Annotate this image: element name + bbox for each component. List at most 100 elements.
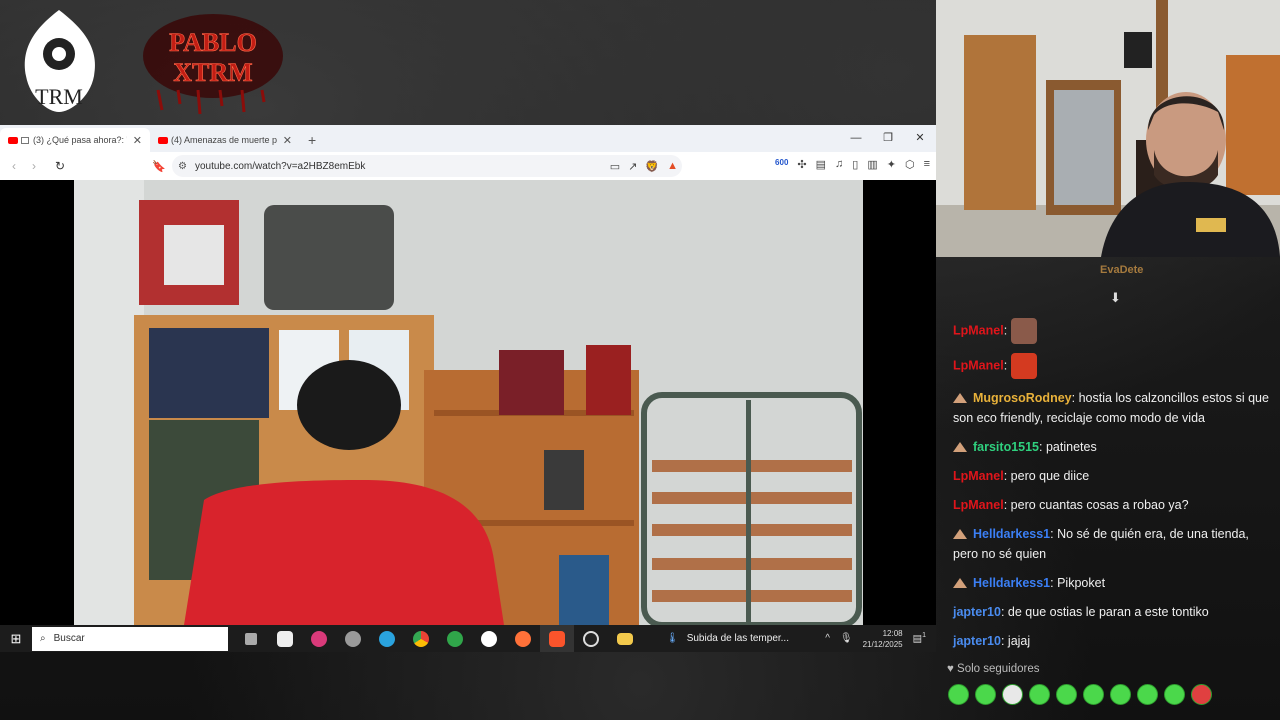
share-icon[interactable]: ↗ <box>628 160 637 173</box>
weather-widget[interactable]: 🌡 Subida de las temper... <box>666 633 789 644</box>
emote-button[interactable] <box>1029 684 1050 705</box>
video-player[interactable] <box>0 180 936 625</box>
tab-bar: (3) ¿Qué pasa ahora?: "Soy un ✕ (4) Amen… <box>0 125 936 152</box>
chat-username[interactable]: LpManel <box>953 358 1004 372</box>
close-window-button[interactable]: ✕ <box>904 125 936 152</box>
site-settings-icon[interactable]: ⚙ <box>178 161 187 172</box>
puzzle-icon[interactable]: ✣ <box>797 158 806 171</box>
emote-button[interactable] <box>1164 684 1185 705</box>
maximize-button[interactable]: ❐ <box>872 125 904 152</box>
youtube-icon <box>8 136 18 144</box>
chevron-up-icon[interactable]: ^ <box>825 633 830 644</box>
media-player-icon[interactable] <box>472 625 506 652</box>
chat-username[interactable]: MugrosoRodney <box>973 391 1072 405</box>
emote-button[interactable] <box>1002 684 1023 705</box>
discord-app-icon[interactable] <box>302 625 336 652</box>
chat-text: de que ostias le paran a este tontiko <box>1004 605 1209 619</box>
clock-date: 21/12/2025 <box>862 639 903 649</box>
chat-username[interactable]: farsito1515 <box>973 440 1039 454</box>
cast-icon[interactable]: ▭ <box>610 160 620 173</box>
chat-message: japter10: de que ostias le paran a este … <box>953 605 1209 619</box>
notification-icon[interactable]: ▤1 <box>913 632 926 644</box>
task-view-icon[interactable] <box>234 625 268 652</box>
wallet-icon[interactable]: ▤ <box>816 158 826 171</box>
toolbar-icons: 600 ✣ ▤ ♫ ▯ ▥ ✦ ⬡ ≡ <box>775 158 930 171</box>
reload-icon[interactable]: ↻ <box>50 159 70 173</box>
emote-bar <box>948 684 1212 705</box>
bookmark-icon[interactable]: 🔖 <box>152 160 166 173</box>
reading-list-icon[interactable]: ▥ <box>867 158 877 171</box>
emote-button[interactable] <box>1137 684 1158 705</box>
chat-username[interactable]: LpManel <box>953 469 1004 483</box>
brave-app-icon[interactable] <box>540 625 574 652</box>
taskbar-clock[interactable]: 12:08 21/12/2025 <box>863 628 903 650</box>
chat-username[interactable]: japter10 <box>953 634 1001 648</box>
chat-text: Pikpoket <box>1053 576 1106 590</box>
emote-button[interactable] <box>975 684 996 705</box>
sidebar-icon[interactable]: ▯ <box>852 158 858 171</box>
chat-username[interactable]: LpManel <box>953 498 1004 512</box>
extension-icon[interactable]: 600 <box>775 158 788 171</box>
vpn-icon[interactable]: ⬡ <box>905 158 915 171</box>
url-text: youtube.com/watch?v=a2HBZ8emEbk <box>194 160 366 172</box>
chat-message: LpManel: <box>953 318 1269 344</box>
notification-count: 1 <box>922 632 926 640</box>
subscriber-badge-icon <box>953 529 967 539</box>
taskbar-search[interactable]: ⌕ Buscar <box>32 626 228 651</box>
close-tab-icon[interactable]: ✕ <box>133 134 142 147</box>
emote-button[interactable] <box>1191 684 1212 705</box>
leo-icon[interactable]: ✦ <box>887 158 896 171</box>
video-frame[interactable] <box>74 180 863 625</box>
music-icon[interactable]: ♫ <box>835 158 843 171</box>
subscriber-badge-icon <box>953 578 967 588</box>
chat-message: MugrosoRodney: hostia los calzoncillos e… <box>953 391 1269 425</box>
chat-message: LpManel: pero que diice <box>953 469 1090 483</box>
chat-message: japter10: jajaj <box>953 634 1031 648</box>
scroll-down-icon[interactable]: ⬇ <box>1110 290 1121 306</box>
chat-message: farsito1515: patinetes <box>953 437 1269 457</box>
close-tab-icon[interactable]: ✕ <box>283 134 292 147</box>
obs-app-icon[interactable] <box>574 625 608 652</box>
brave-shield-icon[interactable]: 🦁 <box>645 160 659 173</box>
firefox-app-icon[interactable] <box>506 625 540 652</box>
clock-time: 12:08 <box>882 628 903 638</box>
emote-button[interactable] <box>1083 684 1104 705</box>
telegram-app-icon[interactable] <box>370 625 404 652</box>
chat-message: Helldarkess1: No sé de quién era, de una… <box>953 527 1249 561</box>
chat-username[interactable]: japter10 <box>953 605 1001 619</box>
url-field[interactable]: ⚙ youtube.com/watch?v=a2HBZ8emEbk ▭ ↗ 🦁 … <box>172 155 682 177</box>
xbox-app-icon[interactable] <box>438 625 472 652</box>
windows-start-icon[interactable]: ⊞ <box>0 631 32 647</box>
chat-username[interactable]: LpManel <box>953 323 1004 337</box>
chrome-app-icon[interactable] <box>404 625 438 652</box>
pablo-xtrm-logo: PABLO XTRM <box>143 14 283 115</box>
app-icon[interactable] <box>336 625 370 652</box>
file-explorer-icon[interactable] <box>608 625 642 652</box>
thermometer-icon: 🌡 <box>666 633 679 644</box>
microphone-icon[interactable]: 🎙 <box>840 633 853 644</box>
back-icon[interactable]: ‹ <box>4 159 24 173</box>
tab-video-2[interactable]: (4) Amenazas de muerte por pedir q ✕ <box>150 128 300 152</box>
new-tab-button[interactable]: + <box>308 128 316 152</box>
pinned-apps <box>234 625 642 652</box>
tab-label: (3) ¿Qué pasa ahora?: "Soy un <box>33 135 127 145</box>
emote-button[interactable] <box>948 684 969 705</box>
chat-text: jajaj <box>1004 634 1031 648</box>
angry-face-emote <box>1010 353 1037 379</box>
store-app-icon[interactable] <box>268 625 302 652</box>
tab-video-1[interactable]: (3) ¿Qué pasa ahora?: "Soy un ✕ <box>0 128 150 152</box>
chat-username[interactable]: Helldarkess1 <box>973 527 1050 541</box>
emote-button[interactable] <box>1110 684 1131 705</box>
chat-text: pero que diice <box>1007 469 1090 483</box>
menu-icon[interactable]: ≡ <box>924 158 930 171</box>
minimize-button[interactable]: — <box>840 125 872 152</box>
webcam-feed <box>936 0 1280 257</box>
subscriber-badge-icon <box>953 442 967 452</box>
forward-icon[interactable]: › <box>24 159 44 173</box>
emote-button[interactable] <box>1056 684 1077 705</box>
brave-rewards-icon[interactable]: ▲ <box>667 160 678 173</box>
chat-message: Helldarkess1: Pikpoket <box>953 573 1269 593</box>
subscriber-badge-icon <box>953 393 967 403</box>
chat-username[interactable]: Helldarkess1 <box>973 576 1050 590</box>
svg-text:TRM: TRM <box>35 84 83 109</box>
